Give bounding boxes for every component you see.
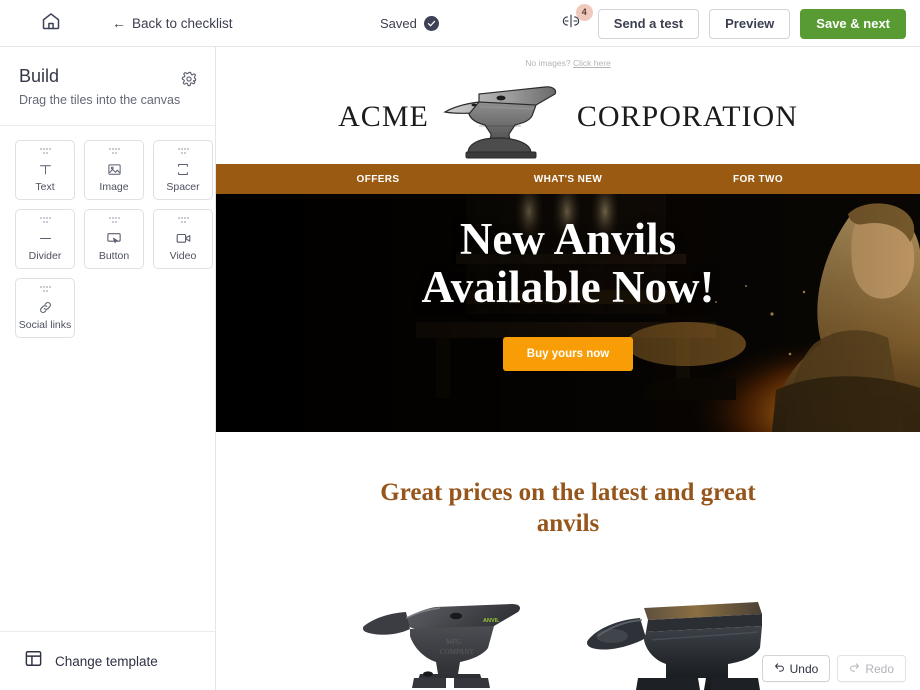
top-toolbar-actions: 4 Send a test Preview Save & next bbox=[556, 0, 906, 47]
tile-spacer[interactable]: Spacer bbox=[153, 140, 213, 200]
email-canvas[interactable]: No images? Click here ACME CORPORATION O… bbox=[216, 47, 920, 690]
hero-headline-line-1: New Anvils bbox=[459, 214, 677, 264]
check-circle-icon bbox=[423, 16, 439, 31]
drag-grip-icon bbox=[39, 217, 52, 224]
back-to-checklist-label: Back to checklist bbox=[132, 15, 233, 31]
back-arrow-icon: ← bbox=[112, 15, 126, 31]
change-template-label: Change template bbox=[55, 653, 158, 669]
redo-label: Redo bbox=[865, 661, 894, 676]
home-icon bbox=[41, 11, 61, 36]
undo-arrow-icon bbox=[774, 662, 785, 676]
back-to-checklist-link[interactable]: ← Back to checklist bbox=[112, 16, 233, 31]
redo-arrow-icon bbox=[849, 662, 860, 676]
email-promo-block[interactable]: Great prices on the latest and great anv… bbox=[216, 432, 920, 690]
drag-grip-icon bbox=[39, 286, 52, 293]
nav-item-whats-new[interactable]: WHAT'S NEW bbox=[473, 174, 663, 185]
comments-count-badge: 4 bbox=[575, 3, 593, 21]
svg-text:ANVIL: ANVIL bbox=[483, 618, 500, 624]
save-status: Saved bbox=[380, 0, 439, 47]
video-icon bbox=[175, 228, 192, 248]
tile-text[interactable]: Text bbox=[15, 140, 75, 200]
product-image-1[interactable]: MFG COMPANY ANVIL bbox=[354, 582, 554, 690]
email-document: No images? Click here ACME CORPORATION O… bbox=[216, 47, 920, 690]
gear-icon[interactable] bbox=[181, 71, 197, 87]
save-and-next-button[interactable]: Save & next bbox=[800, 8, 906, 39]
text-icon bbox=[38, 159, 53, 179]
tile-social-links-label: Social links bbox=[18, 319, 72, 331]
buy-yours-now-button[interactable]: Buy yours now bbox=[502, 337, 634, 372]
tile-button[interactable]: Button bbox=[84, 209, 144, 269]
sidebar-header: Build Drag the tiles into the canvas bbox=[0, 47, 215, 126]
drag-grip-icon bbox=[177, 148, 190, 155]
send-a-test-button[interactable]: Send a test bbox=[597, 8, 700, 39]
tile-video[interactable]: Video bbox=[153, 209, 213, 269]
anvil-logo-icon bbox=[435, 74, 571, 160]
drag-grip-icon bbox=[108, 217, 121, 224]
email-logo-block[interactable]: ACME CORPORATION bbox=[216, 74, 920, 164]
preview-button[interactable]: Preview bbox=[709, 8, 791, 39]
logo-word-right: CORPORATION bbox=[576, 100, 798, 133]
comments-toggle-button[interactable]: 4 bbox=[556, 3, 593, 39]
logo-word-left: ACME bbox=[338, 100, 429, 133]
change-template-button[interactable]: Change template bbox=[0, 631, 215, 690]
tile-divider-label: Divider bbox=[28, 250, 62, 262]
spacer-icon bbox=[175, 159, 191, 179]
product-image-2[interactable] bbox=[582, 582, 782, 690]
button-icon bbox=[105, 228, 123, 248]
email-nav-bar[interactable]: OFFERS WHAT'S NEW FOR TWO bbox=[216, 164, 920, 194]
redo-button[interactable]: Redo bbox=[837, 655, 906, 682]
promo-heading: Great prices on the latest and great anv… bbox=[380, 479, 756, 538]
undo-label: Undo bbox=[789, 661, 819, 676]
workspace: Build Drag the tiles into the canvas Tex… bbox=[0, 47, 920, 690]
top-toolbar: ← Back to checklist Saved 4 Send a test … bbox=[0, 0, 920, 47]
tile-button-label: Button bbox=[98, 250, 130, 262]
tile-divider[interactable]: Divider bbox=[15, 209, 75, 269]
sidebar-subtitle: Drag the tiles into the canvas bbox=[19, 93, 181, 107]
divider-icon bbox=[37, 228, 54, 248]
tile-text-label: Text bbox=[35, 181, 55, 193]
drag-grip-icon bbox=[177, 217, 190, 224]
tile-social-links[interactable]: Social links bbox=[15, 278, 75, 338]
hero-headline-line-2: Available Now! bbox=[421, 261, 715, 312]
no-images-label: No images? bbox=[525, 58, 571, 68]
no-images-link[interactable]: Click here bbox=[573, 58, 611, 68]
layout-template-icon bbox=[24, 649, 43, 673]
save-status-label: Saved bbox=[380, 16, 417, 31]
undo-button[interactable]: Undo bbox=[761, 655, 831, 682]
hero-headline: New Anvils Available Now! bbox=[421, 214, 715, 312]
email-hero-block[interactable]: New Anvils Available Now! Buy yours now bbox=[216, 194, 920, 432]
tile-video-label: Video bbox=[169, 250, 197, 262]
tile-palette: Text Image Spacer Divider Button Video S… bbox=[0, 126, 214, 338]
svg-text:COMPANY: COMPANY bbox=[440, 648, 474, 656]
drag-grip-icon bbox=[108, 148, 121, 155]
tile-image-label: Image bbox=[99, 181, 129, 193]
tile-spacer-label: Spacer bbox=[166, 181, 200, 193]
home-button[interactable] bbox=[36, 8, 66, 38]
build-sidebar: Build Drag the tiles into the canvas Tex… bbox=[0, 47, 216, 690]
image-icon bbox=[107, 159, 122, 179]
nav-item-offers[interactable]: OFFERS bbox=[283, 174, 473, 185]
history-controls: Undo Redo bbox=[761, 655, 906, 682]
svg-text:MFG: MFG bbox=[446, 638, 461, 646]
drag-grip-icon bbox=[39, 148, 52, 155]
sidebar-title: Build bbox=[19, 66, 60, 86]
hero-content: New Anvils Available Now! Buy yours now bbox=[216, 194, 920, 432]
email-builder-app: ← Back to checklist Saved 4 Send a test … bbox=[0, 0, 920, 690]
preheader-row: No images? Click here bbox=[216, 47, 920, 74]
link-icon bbox=[38, 297, 53, 317]
nav-item-for-two[interactable]: FOR TWO bbox=[663, 174, 853, 185]
tile-image[interactable]: Image bbox=[84, 140, 144, 200]
